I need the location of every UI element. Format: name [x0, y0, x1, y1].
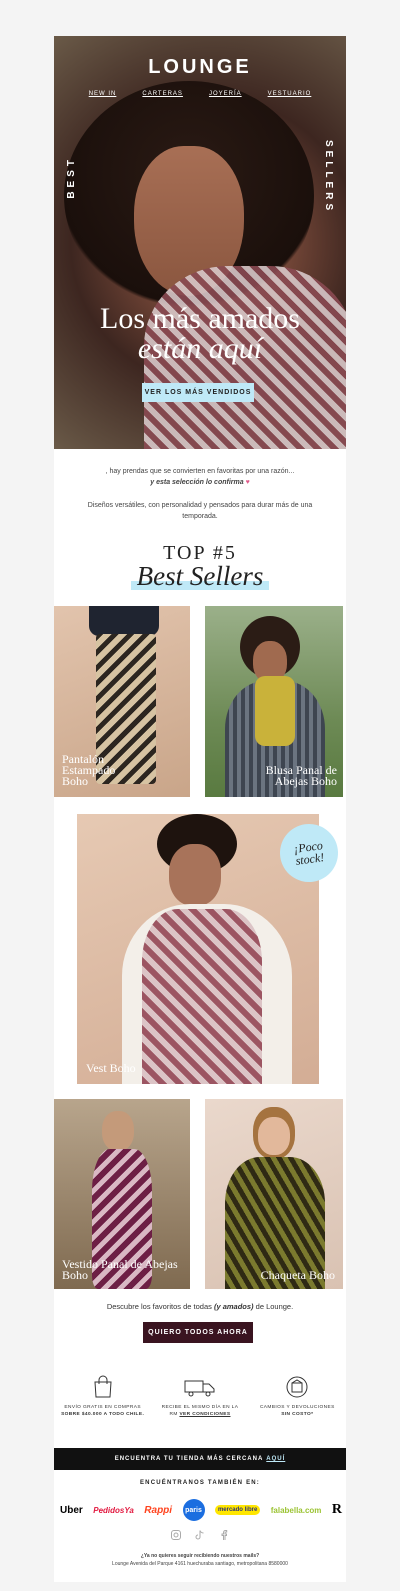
- brand-mercadolibre[interactable]: mercado libre: [214, 1505, 261, 1515]
- nav-carteras[interactable]: CARTERAS: [142, 91, 183, 97]
- brand-r[interactable]: R: [332, 1502, 342, 1518]
- product-label: Vestido Panal de Abejas Boho: [62, 1257, 178, 1282]
- top5-heading: TOP #5 Best Sellers: [54, 542, 346, 592]
- intro-line2: y esta selección lo confirma: [150, 479, 244, 486]
- email-container: LOUNGE NEW IN CARTERAS JOYERÍA VESTUARIO…: [54, 36, 346, 1582]
- product-label: Blusa Panal de Abejas Boho: [265, 763, 337, 788]
- product-label: Pantalón Estampado Boho: [62, 752, 116, 788]
- brand-uber[interactable]: Uber: [60, 1505, 83, 1516]
- product-figure: [255, 676, 295, 746]
- nav-joyeria[interactable]: JOYERÍA: [209, 91, 242, 97]
- headline-line2: están aquí: [137, 332, 263, 365]
- side-text-sellers: SELLERS: [323, 140, 334, 215]
- headline-line1: Los más amados: [100, 302, 300, 335]
- truck-icon: [154, 1374, 246, 1400]
- product-figure: [142, 909, 262, 1084]
- hero-banner[interactable]: LOUNGE NEW IN CARTERAS JOYERÍA VESTUARIO…: [54, 36, 346, 449]
- product-card[interactable]: Chaqueta Boho: [205, 1099, 343, 1289]
- product-figure: [169, 844, 221, 906]
- product-figure: [89, 606, 159, 636]
- marketplace-logos: Uber PedidosYa Rappi paris mercado libre…: [60, 1499, 342, 1521]
- conditions-link[interactable]: VER CONDICIONES: [179, 1412, 230, 1417]
- brand-rappi[interactable]: Rappi: [144, 1505, 172, 1516]
- intro-text: , hay prendas que se convierten en favor…: [74, 466, 326, 534]
- tiktok-icon[interactable]: [195, 1530, 205, 1543]
- unsubscribe-link[interactable]: ¿Ya no quieres seguir recibiendo nuestro…: [141, 1553, 259, 1559]
- brand-paris[interactable]: paris: [182, 1499, 205, 1521]
- find-us-title: ENCUÉNTRANOS TAMBIÉN EN:: [139, 1480, 261, 1486]
- product-card[interactable]: Vestido Panal de Abejas Boho: [54, 1099, 190, 1289]
- footer: ¿Ya no quieres seguir recibiendo nuestro…: [54, 1552, 346, 1568]
- top-nav: NEW IN CARTERAS JOYERÍA VESTUARIO: [54, 91, 346, 97]
- shopping-bag-icon: [57, 1374, 149, 1400]
- store-locator-link[interactable]: AQUÍ: [266, 1456, 285, 1462]
- social-links: [54, 1530, 346, 1543]
- product-figure: [258, 1117, 290, 1155]
- brand-logo[interactable]: LOUNGE: [54, 56, 346, 79]
- brand-falabella[interactable]: falabella.com: [271, 1506, 322, 1515]
- see-best-sellers-button[interactable]: VER LOS MÁS VENDIDOS: [142, 383, 254, 402]
- hero-headline: Los más amados están aquí: [54, 304, 346, 364]
- product-figure: [102, 1111, 134, 1151]
- product-label: Vest Boho: [86, 1061, 136, 1075]
- nav-new-in[interactable]: NEW IN: [89, 91, 117, 97]
- benefit-free-shipping: ENVÍO GRATIS EN COMPRAS SOBRE $40.000 A …: [57, 1374, 149, 1418]
- facebook-icon[interactable]: [219, 1530, 229, 1543]
- product-label: Chaqueta Boho: [260, 1268, 335, 1282]
- brand-pedidosya[interactable]: PedidosYa: [93, 1506, 134, 1515]
- side-text-best: BEST: [66, 156, 77, 199]
- product-card[interactable]: Pantalón Estampado Boho: [54, 606, 190, 797]
- outro-text: Descubre los favoritos de todas (y amado…: [106, 1302, 294, 1311]
- company-address: Lounge Avenida del Parque 4161 huechurab…: [112, 1561, 288, 1567]
- instagram-icon[interactable]: [171, 1530, 181, 1543]
- benefit-free-returns: CAMBIOS Y DEVOLUCIONES SIN COSTO*: [251, 1374, 343, 1418]
- nav-vestuario[interactable]: VESTUARIO: [268, 91, 312, 97]
- benefits-row: ENVÍO GRATIS EN COMPRAS SOBRE $40.000 A …: [54, 1374, 346, 1418]
- intro-line1: , hay prendas que se convierten en favor…: [105, 468, 295, 475]
- best-sellers-title: Best Sellers: [130, 561, 270, 592]
- product-card[interactable]: Blusa Panal de Abejas Boho: [205, 606, 343, 797]
- intro-para2: Diseños versátiles, con personalidad y p…: [87, 502, 313, 520]
- return-box-icon: [251, 1374, 343, 1400]
- heart-icon: ♥: [245, 479, 250, 486]
- store-locator-bar: ENCUENTRA TU TIENDA MÁS CERCANA AQUÍ: [54, 1448, 346, 1470]
- shop-all-button[interactable]: QUIERO TODOS AHORA: [143, 1322, 253, 1343]
- benefit-same-day: RECIBE EL MISMO DÍA EN LA RM VER CONDICI…: [154, 1374, 246, 1418]
